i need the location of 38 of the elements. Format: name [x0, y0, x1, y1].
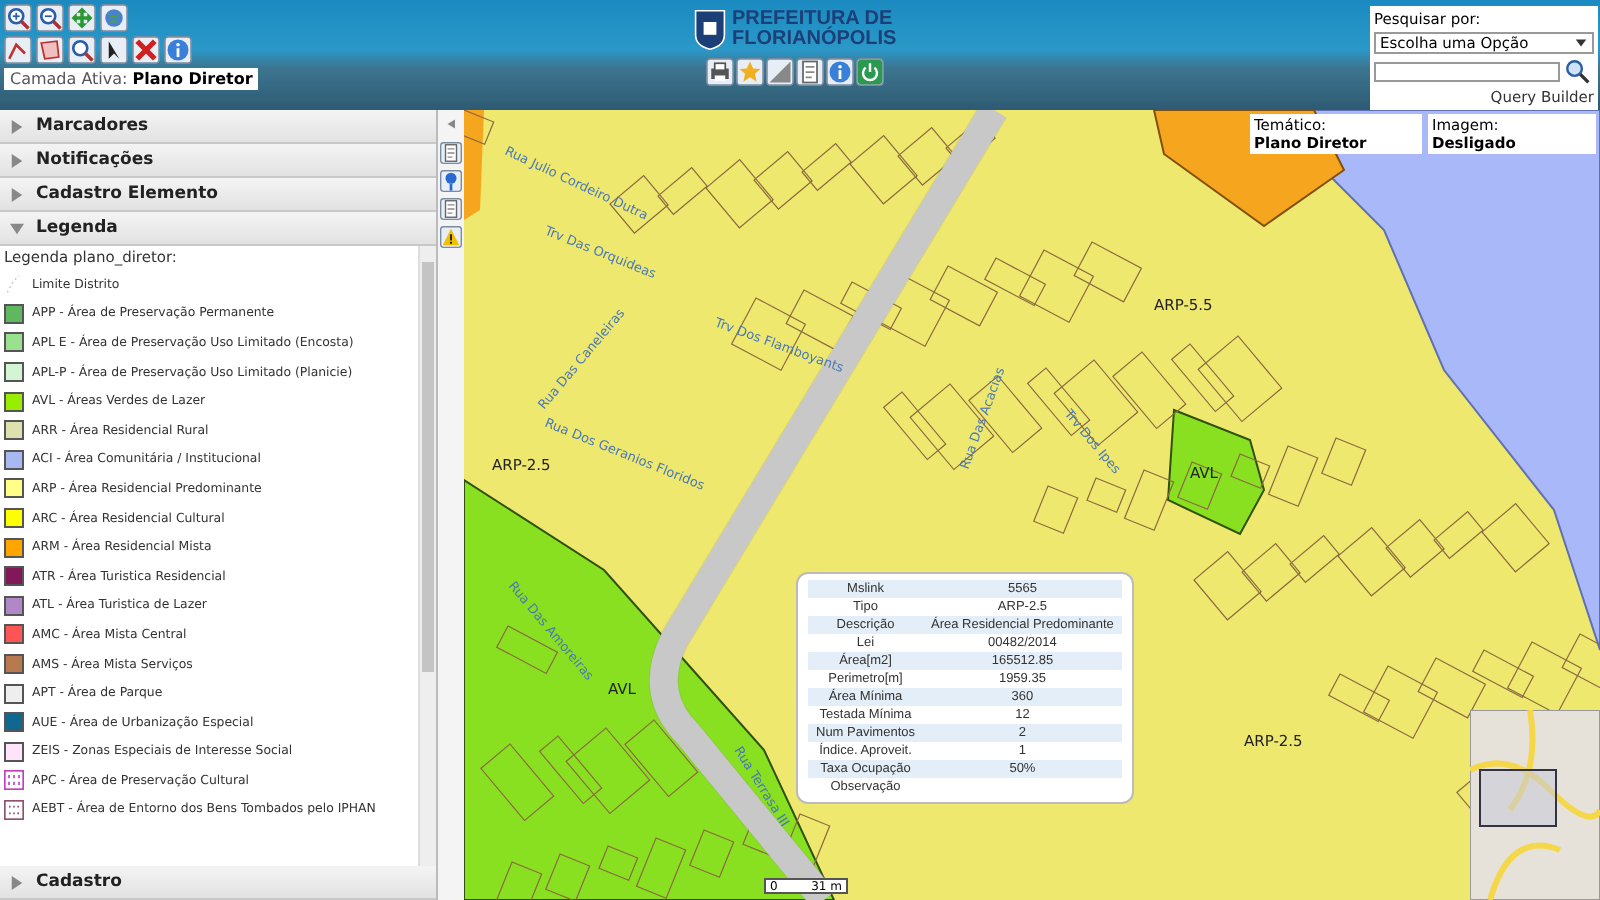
power-icon[interactable]: [856, 58, 885, 86]
caret-right-icon: [10, 875, 24, 889]
active-layer-label: Camada Ativa:: [10, 70, 128, 88]
document-icon[interactable]: [796, 58, 825, 86]
search-icon[interactable]: [1564, 58, 1590, 84]
crest-icon: [694, 8, 726, 52]
warning-icon[interactable]: [440, 226, 462, 248]
search-input[interactable]: [1374, 61, 1560, 81]
zoom-in-icon[interactable]: [4, 4, 32, 32]
accordion-header[interactable]: Cadastro: [0, 866, 436, 900]
caret-right-icon: [10, 187, 24, 201]
accordion-header[interactable]: Cadastro Elemento: [0, 178, 436, 212]
polygon-tool-icon[interactable]: [36, 36, 64, 64]
logo-text: PREFEITURA DE: [732, 10, 893, 30]
scrollbar[interactable]: [418, 246, 436, 866]
document-icon[interactable]: [440, 142, 462, 164]
pin-icon[interactable]: [440, 170, 462, 192]
notes-icon[interactable]: [440, 198, 462, 220]
logo-text: FLORIANÓPOLIS: [732, 30, 897, 50]
accordion-header[interactable]: Marcadores: [0, 110, 436, 144]
line-tool-icon[interactable]: [4, 36, 32, 64]
delete-icon[interactable]: [132, 36, 160, 64]
dropdown-arrow-icon[interactable]: [1574, 36, 1588, 50]
accordion-header[interactable]: Legenda: [0, 212, 436, 246]
caret-right-icon: [10, 119, 24, 133]
active-layer-value: Plano Diretor: [132, 70, 253, 88]
overview-map[interactable]: [1470, 710, 1600, 900]
info-icon[interactable]: [164, 36, 192, 64]
zoom-out-icon[interactable]: [36, 4, 64, 32]
caret-down-icon: [10, 221, 24, 235]
caret-right-icon: [10, 153, 24, 167]
magnifier-icon[interactable]: [68, 36, 96, 64]
star-icon[interactable]: [736, 58, 765, 86]
printer-icon[interactable]: [706, 58, 735, 86]
accordion-header[interactable]: Notificações: [0, 144, 436, 178]
pointer-icon[interactable]: [100, 36, 128, 64]
scrollbar-thumb[interactable]: [422, 262, 434, 672]
collapse-arrow-icon[interactable]: [445, 118, 457, 130]
